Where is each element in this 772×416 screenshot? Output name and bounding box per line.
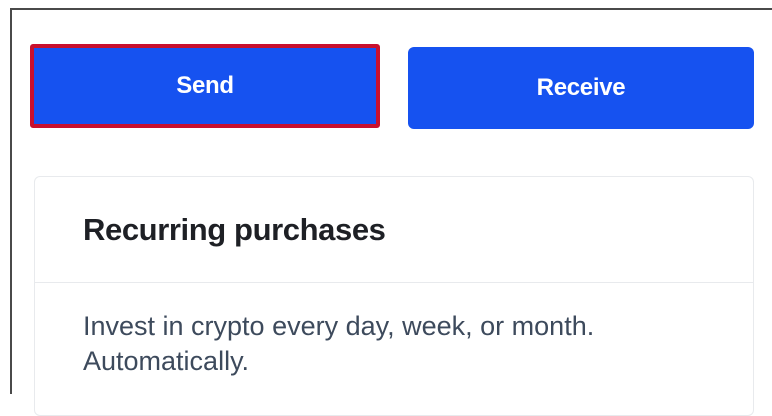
card-title: Recurring purchases [83, 211, 386, 247]
app-panel: Send Receive Recurring purchases Invest … [10, 8, 772, 416]
send-button[interactable]: Send [30, 44, 380, 128]
card-header: Recurring purchases [35, 177, 753, 283]
recurring-purchases-card: Recurring purchases Invest in crypto eve… [34, 176, 754, 416]
receive-button[interactable]: Receive [408, 47, 754, 129]
card-description: Invest in crypto every day, week, or mon… [83, 311, 595, 376]
card-body: Invest in crypto every day, week, or mon… [35, 283, 753, 379]
